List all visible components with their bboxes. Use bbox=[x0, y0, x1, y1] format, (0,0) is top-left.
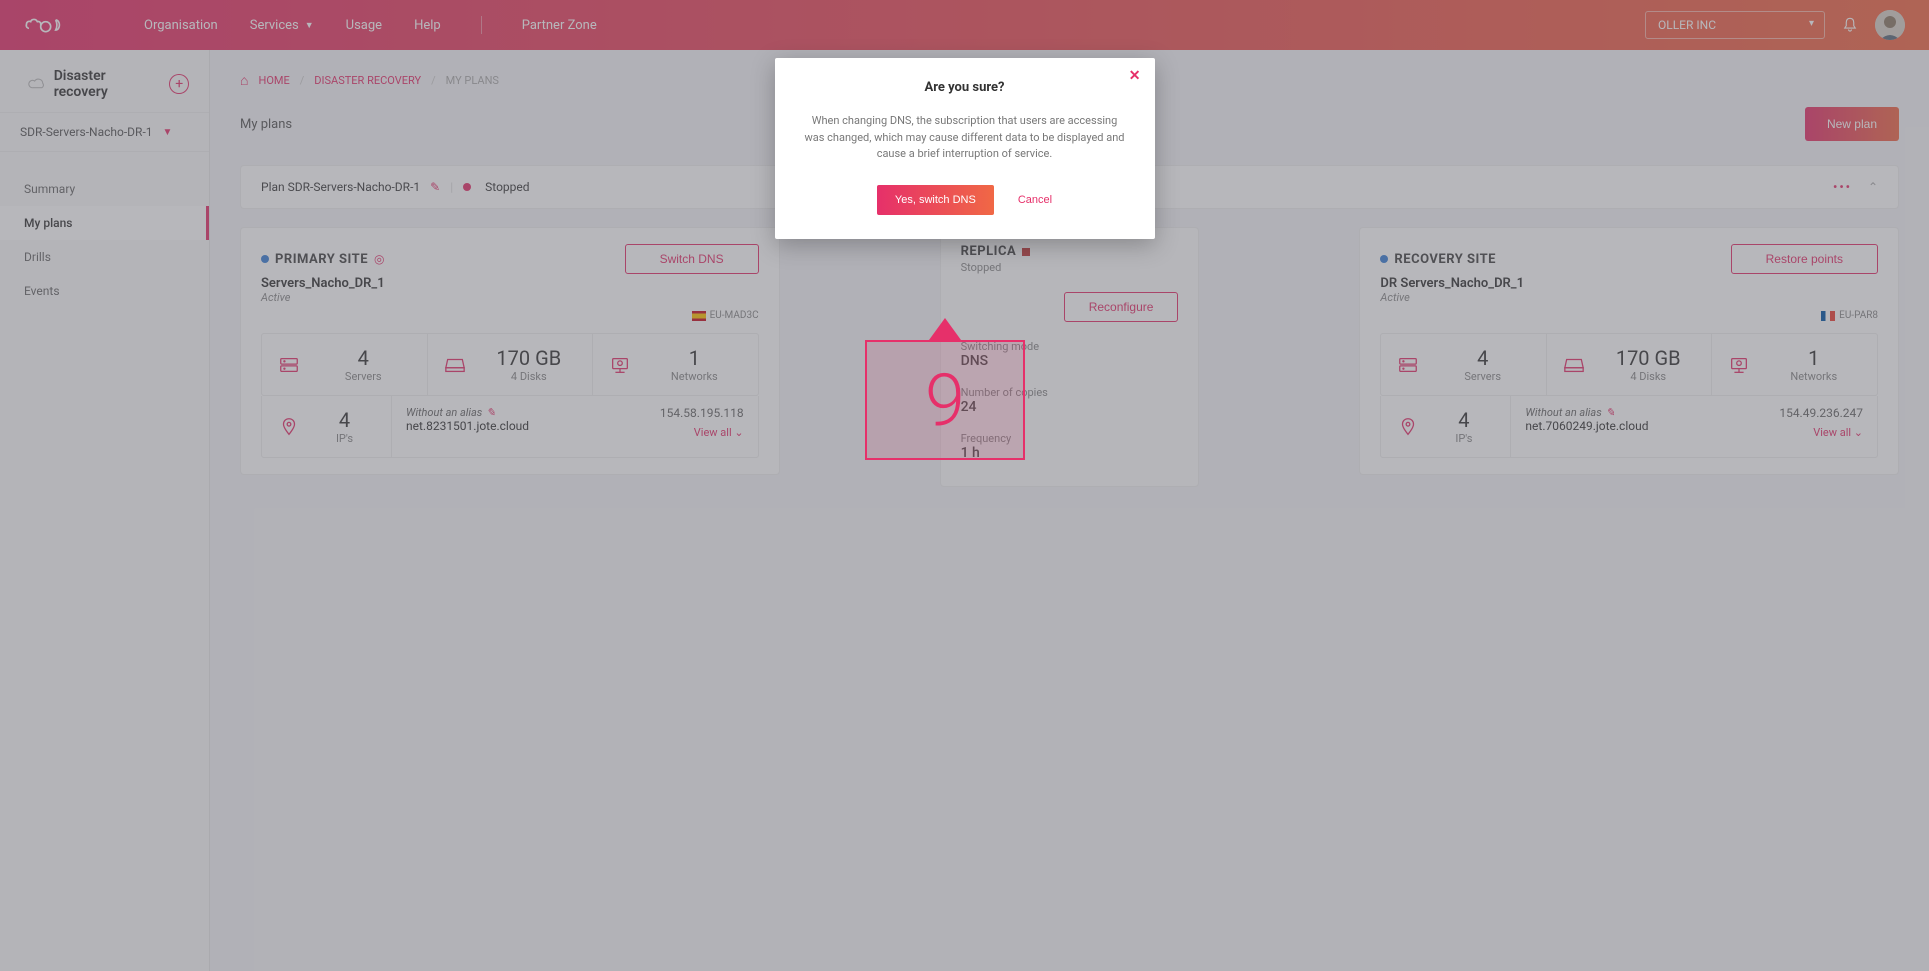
modal-body: When changing DNS, the subscription that… bbox=[805, 113, 1125, 163]
confirm-switch-dns-button[interactable]: Yes, switch DNS bbox=[877, 185, 994, 215]
confirm-modal: ✕ Are you sure? When changing DNS, the s… bbox=[775, 58, 1155, 239]
modal-title: Are you sure? bbox=[805, 80, 1125, 95]
close-icon[interactable]: ✕ bbox=[1129, 68, 1141, 84]
modal-overlay[interactable]: ✕ Are you sure? When changing DNS, the s… bbox=[0, 0, 1929, 971]
cancel-button[interactable]: Cancel bbox=[1018, 194, 1052, 206]
